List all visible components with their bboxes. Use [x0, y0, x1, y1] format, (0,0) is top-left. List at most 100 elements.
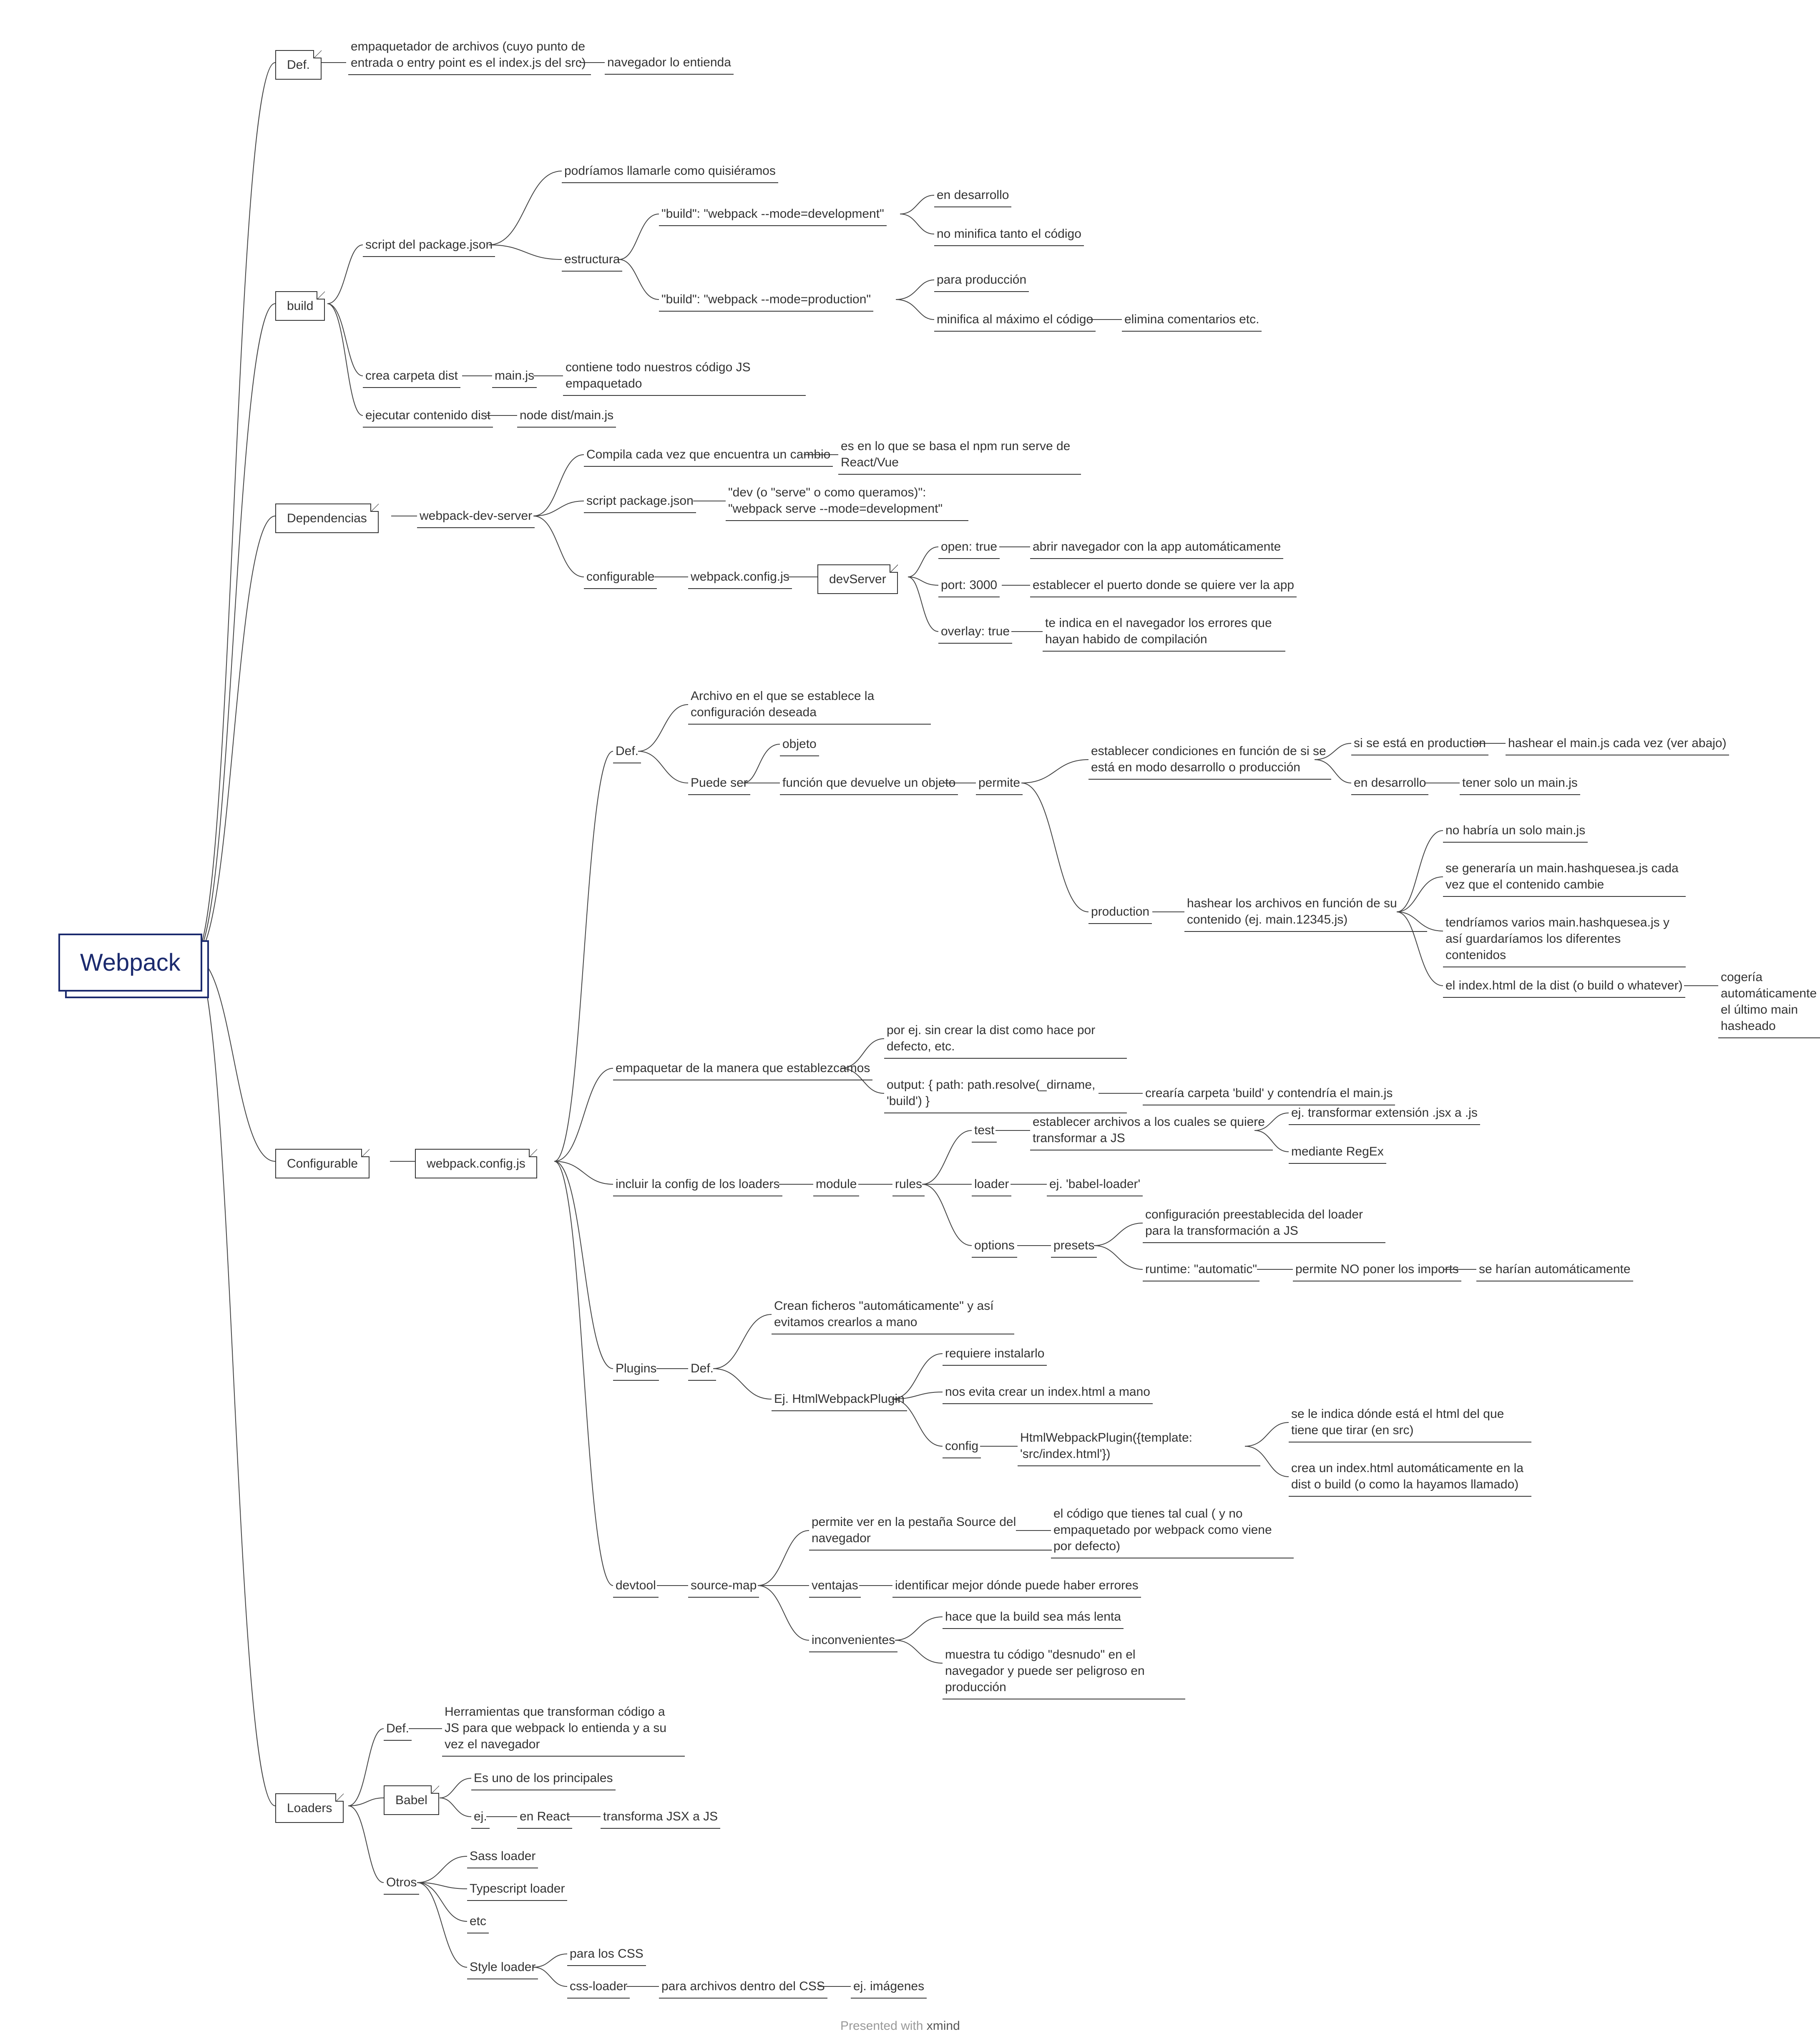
- leaf: no habría un solo main.js: [1443, 822, 1588, 843]
- leaf: ejecutar contenido dist: [363, 407, 493, 428]
- leaf: Typescript loader: [467, 1880, 567, 1901]
- leaf: configuración preestablecida del loader …: [1143, 1206, 1385, 1243]
- leaf: se le indica dónde está el html del que …: [1289, 1406, 1531, 1442]
- leaf: elimina comentarios etc.: [1122, 311, 1262, 332]
- leaf: objeto: [780, 736, 819, 756]
- leaf: en React: [517, 1808, 572, 1829]
- leaf: para los CSS: [567, 1946, 646, 1966]
- leaf: en desarrollo: [934, 187, 1011, 207]
- leaf: es en lo que se basa el npm run serve de…: [838, 438, 1081, 475]
- leaf: devtool: [613, 1577, 659, 1598]
- node-conf-file[interactable]: webpack.config.js: [415, 1149, 537, 1178]
- leaf: Plugins: [613, 1360, 659, 1381]
- leaf: ej.: [471, 1808, 490, 1829]
- leaf: Def.: [613, 743, 641, 763]
- leaf: ventajas: [809, 1577, 861, 1598]
- leaf: podríamos llamarle como quisiéramos: [562, 163, 778, 183]
- leaf: presets: [1051, 1237, 1097, 1258]
- leaf: si se está en production: [1351, 735, 1488, 755]
- leaf: establecer condiciones en función de si …: [1088, 743, 1331, 780]
- leaf: hashear el main.js cada vez (ver abajo): [1506, 735, 1729, 755]
- node-def[interactable]: Def.: [275, 50, 322, 80]
- leaf: output: { path: path.resolve(_dirname, '…: [884, 1077, 1127, 1113]
- leaf: tendríamos varios main.hashquesea.js y a…: [1443, 914, 1686, 967]
- leaf: hashear los archivos en función de su co…: [1184, 895, 1427, 932]
- leaf: permite: [976, 775, 1023, 795]
- node-build[interactable]: build: [275, 291, 325, 321]
- leaf: config: [943, 1438, 981, 1458]
- leaf: rules: [892, 1176, 925, 1196]
- leaf: tener solo un main.js: [1460, 775, 1580, 795]
- leaf: runtime: "automatic": [1143, 1261, 1259, 1281]
- leaf: inconvenientes: [809, 1632, 897, 1652]
- leaf: "dev (o "serve" o como queramos)": "webp…: [726, 484, 968, 521]
- leaf: abrir navegador con la app automáticamen…: [1030, 539, 1283, 559]
- leaf: Puede ser: [688, 775, 750, 795]
- leaf: para producción: [934, 272, 1029, 292]
- leaf: test: [972, 1122, 997, 1143]
- leaf: ej. 'babel-loader': [1047, 1176, 1143, 1196]
- leaf: permite NO poner los imports: [1293, 1261, 1461, 1281]
- leaf: el index.html de la dist (o build o what…: [1443, 977, 1685, 998]
- leaf: webpack-dev-server: [417, 508, 535, 528]
- leaf: Style loader: [467, 1959, 538, 1979]
- leaf: nos evita crear un index.html a mano: [943, 1384, 1153, 1404]
- leaf: webpack.config.js: [688, 569, 792, 589]
- leaf: identificar mejor dónde puede haber erro…: [892, 1577, 1141, 1598]
- leaf: Compila cada vez que encuentra un cambio: [584, 446, 833, 467]
- leaf: Def.: [688, 1360, 716, 1381]
- root-node[interactable]: Webpack: [58, 934, 202, 992]
- leaf: no minifica tanto el código: [934, 226, 1084, 246]
- footer-prefix: Presented with: [840, 2019, 927, 2033]
- leaf: ej. transformar extensión .jsx a .js: [1289, 1105, 1480, 1125]
- leaf: production: [1088, 904, 1152, 924]
- node-loaders[interactable]: Loaders: [275, 1793, 344, 1823]
- leaf: contiene todo nuestros código JS empaque…: [563, 359, 806, 396]
- leaf: module: [813, 1176, 859, 1196]
- leaf: main.js: [492, 368, 537, 388]
- leaf: transforma JSX a JS: [601, 1808, 720, 1829]
- node-configurable[interactable]: Configurable: [275, 1149, 370, 1178]
- leaf: Archivo en el que se establece la config…: [688, 688, 931, 725]
- leaf: mediante RegEx: [1289, 1143, 1386, 1164]
- leaf: crea un index.html automáticamente en la…: [1289, 1460, 1531, 1497]
- footer-attribution: Presented with xmind: [840, 2019, 960, 2033]
- leaf: permite ver en la pestaña Source del nav…: [809, 1514, 1052, 1551]
- leaf: requiere instalarlo: [943, 1345, 1047, 1366]
- node-babel[interactable]: Babel: [384, 1785, 439, 1815]
- leaf: crearía carpeta 'build' y contendría el …: [1143, 1085, 1395, 1105]
- leaf: Es uno de los principales: [471, 1770, 616, 1790]
- leaf: Herramientas que transforman código a JS…: [442, 1704, 685, 1757]
- node-devserver[interactable]: devServer: [817, 564, 898, 594]
- leaf: port: 3000: [938, 577, 1000, 597]
- leaf: Def.: [384, 1720, 412, 1741]
- leaf: HtmlWebpackPlugin({template: 'src/index.…: [1018, 1430, 1260, 1466]
- leaf: configurable: [584, 569, 657, 589]
- leaf: open: true: [938, 539, 1000, 559]
- leaf: css-loader: [567, 1978, 630, 1999]
- leaf: estructura: [562, 251, 622, 272]
- leaf: para archivos dentro del CSS: [659, 1978, 827, 1999]
- leaf: empaquetador de archivos (cuyo punto de …: [348, 38, 591, 75]
- leaf: cogería automáticamente el último main h…: [1718, 969, 1820, 1038]
- leaf: se harían automáticamente: [1476, 1261, 1633, 1281]
- leaf: Otros: [384, 1874, 419, 1895]
- node-deps[interactable]: Dependencias: [275, 503, 379, 533]
- leaf: Sass loader: [467, 1848, 538, 1868]
- leaf: overlay: true: [938, 623, 1012, 644]
- leaf: muestra tu código "desnudo" en el navega…: [943, 1646, 1185, 1699]
- leaf: Crean ficheros "automáticamente" y así e…: [772, 1298, 1014, 1334]
- leaf: se generaría un main.hashquesea.js cada …: [1443, 860, 1686, 897]
- leaf: Ej. HtmlWebpackPlugin: [772, 1391, 907, 1411]
- leaf: script del package.json: [363, 237, 495, 257]
- leaf: script package.json: [584, 493, 696, 513]
- leaf: source-map: [688, 1577, 759, 1598]
- leaf: en desarrollo: [1351, 775, 1428, 795]
- leaf: empaquetar de la manera que establezcamo…: [613, 1060, 872, 1080]
- leaf: etc: [467, 1913, 489, 1933]
- leaf: "build": "webpack --mode=production": [659, 291, 873, 312]
- leaf: minifica al máximo el código: [934, 311, 1096, 332]
- leaf: ej. imágenes: [851, 1978, 927, 1999]
- leaf: "build": "webpack --mode=development": [659, 206, 887, 226]
- leaf: node dist/main.js: [517, 407, 616, 428]
